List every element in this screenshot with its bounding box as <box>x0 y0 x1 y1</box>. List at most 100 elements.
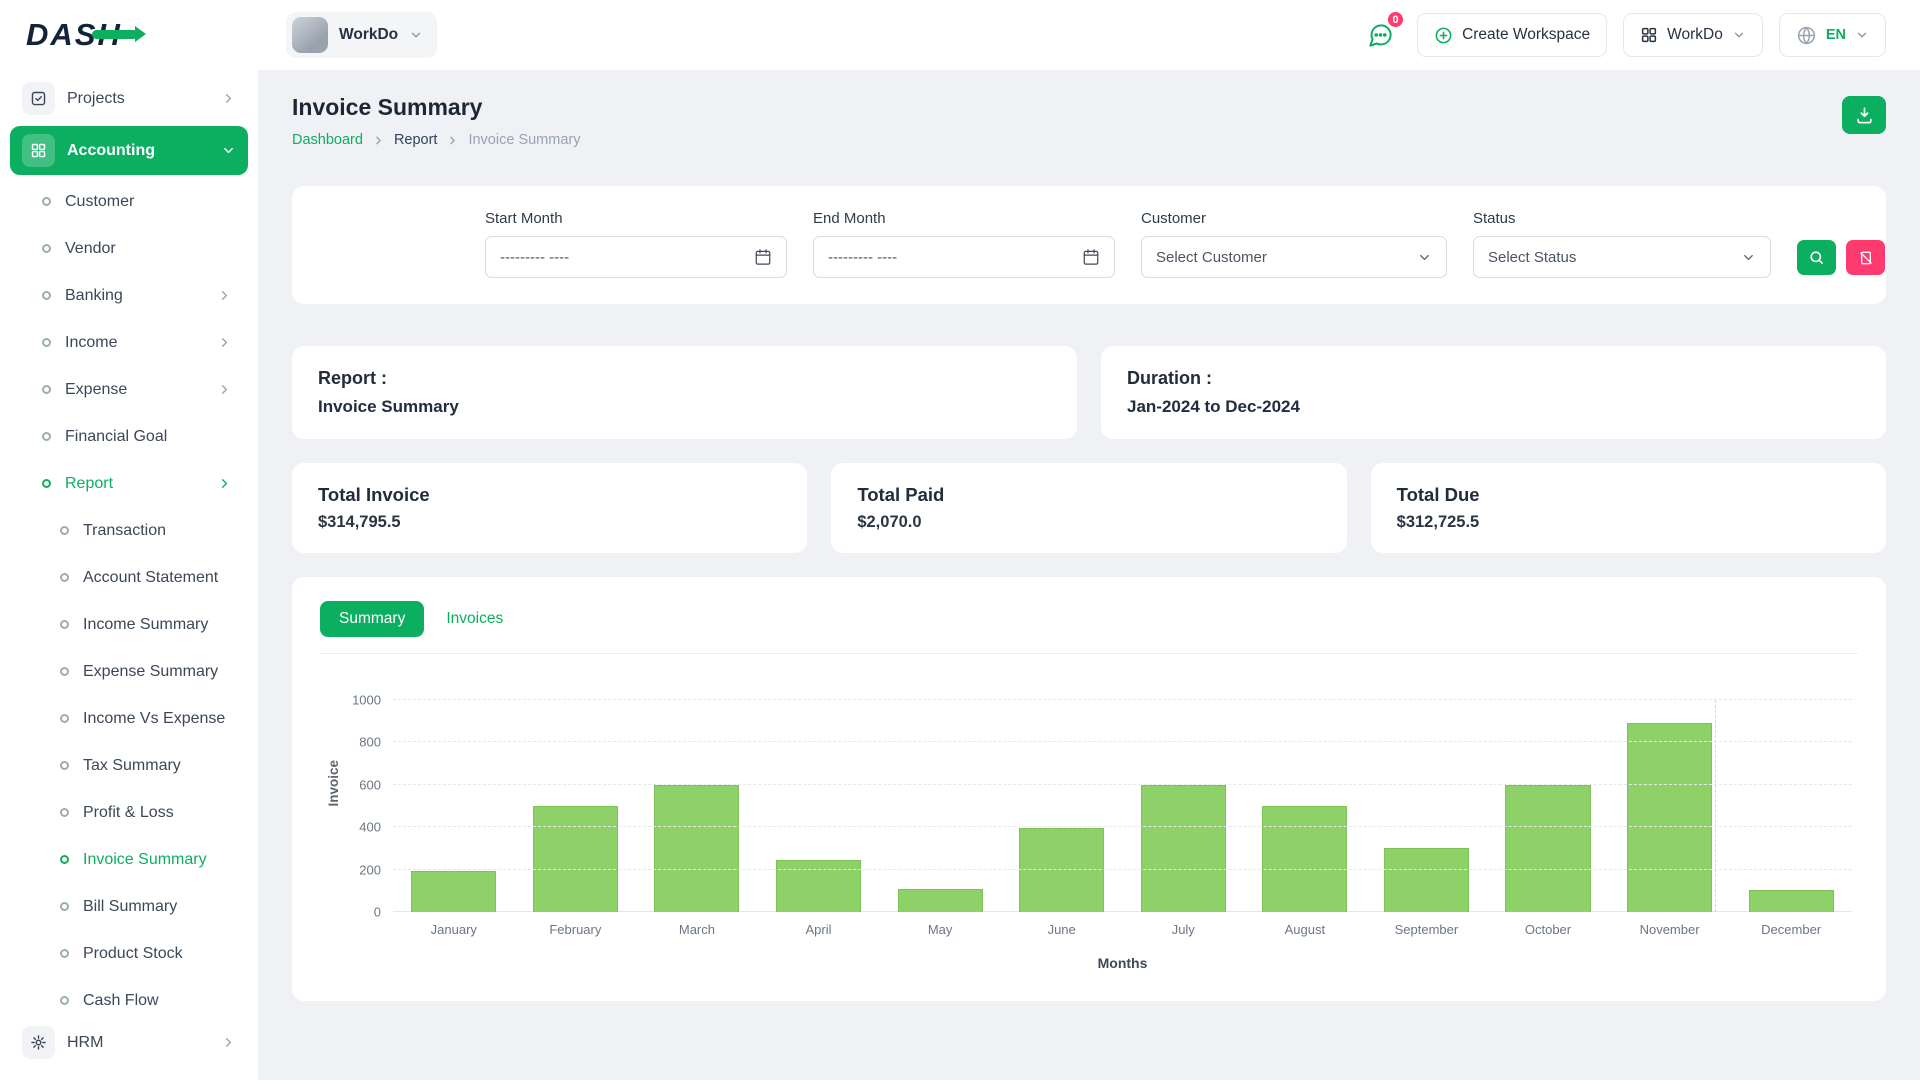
y-tick-label: 400 <box>359 820 381 835</box>
bar-column-july <box>1122 700 1244 912</box>
filter-buttons <box>1797 240 1885 278</box>
tab-summary[interactable]: Summary <box>320 601 424 637</box>
page-head: Invoice Summary Dashboard Report Invoice… <box>292 94 1886 148</box>
sidebar-item-hrm[interactable]: HRM <box>10 1018 248 1067</box>
gridline <box>393 741 1852 742</box>
info-row: Report : Invoice Summary Duration : Jan-… <box>292 346 1886 439</box>
end-month-value: --------- ---- <box>828 249 897 266</box>
circle-icon <box>42 291 51 300</box>
total-card-label: Total Paid <box>857 484 1320 506</box>
account-menu-button[interactable]: WorkDo <box>1623 13 1763 57</box>
end-month-input[interactable]: --------- ---- <box>813 236 1115 278</box>
sidebar-item-transaction[interactable]: Transaction <box>10 507 248 554</box>
start-month-input[interactable]: --------- ---- <box>485 236 787 278</box>
bar-column-february <box>515 700 637 912</box>
chart-y-axis-title: Invoice <box>326 760 341 807</box>
workspace-selector[interactable]: WorkDo <box>286 12 437 58</box>
bar-october <box>1505 785 1590 912</box>
sidebar-item-customer[interactable]: Customer <box>10 178 248 225</box>
sidebar-item-profit-loss[interactable]: Profit & Loss <box>10 789 248 836</box>
sidebar-item-label: Account Statement <box>83 569 232 587</box>
reset-filter-button[interactable] <box>1846 240 1885 275</box>
sidebar-item-report[interactable]: Report <box>10 460 248 507</box>
sidebar-item-invoice-summary[interactable]: Invoice Summary <box>10 836 248 883</box>
sidebar-item-label: Bill Summary <box>83 898 232 916</box>
sidebar-item-tax-summary[interactable]: Tax Summary <box>10 742 248 789</box>
workspace-avatar <box>292 17 328 53</box>
sidebar-item-income-vs-expense[interactable]: Income Vs Expense <box>10 695 248 742</box>
total-card-value: $2,070.0 <box>857 513 1320 532</box>
sidebar-item-label: Tax Summary <box>83 757 232 775</box>
chevron-down-icon <box>221 143 236 158</box>
sidebar-item-expense-summary[interactable]: Expense Summary <box>10 648 248 695</box>
total-card-total-paid: Total Paid $2,070.0 <box>831 463 1346 553</box>
sidebar-item-label: Income Summary <box>83 616 232 634</box>
breadcrumb-report[interactable]: Report <box>394 132 438 148</box>
sidebar-item-product-stock[interactable]: Product Stock <box>10 930 248 977</box>
bar-column-june <box>1001 700 1123 912</box>
language-selector[interactable]: EN <box>1779 13 1886 57</box>
sidebar-item-banking[interactable]: Banking <box>10 272 248 319</box>
chevron-right-icon <box>217 476 232 491</box>
app-logo[interactable]: DASH <box>26 17 122 53</box>
bar-june <box>1019 828 1104 912</box>
circle-icon <box>60 620 69 629</box>
globe-icon <box>1796 25 1817 46</box>
logo-row: DASH <box>0 0 258 70</box>
bar-column-october <box>1487 700 1609 912</box>
x-tick-label: August <box>1244 922 1366 937</box>
duration-label: Duration : <box>1127 368 1860 389</box>
create-workspace-button[interactable]: Create Workspace <box>1417 13 1607 57</box>
plus-circle-icon <box>1434 26 1453 45</box>
search-icon <box>1808 249 1825 266</box>
circle-icon <box>60 996 69 1005</box>
breadcrumb-current: Invoice Summary <box>468 132 580 148</box>
total-card-value: $312,725.5 <box>1397 513 1860 532</box>
sidebar-item-label: Vendor <box>65 240 232 258</box>
status-select[interactable]: Select Status <box>1473 236 1771 278</box>
sidebar-item-income-summary[interactable]: Income Summary <box>10 601 248 648</box>
sidebar-item-bill-summary[interactable]: Bill Summary <box>10 883 248 930</box>
sidebar-item-accounting[interactable]: Accounting <box>10 126 248 175</box>
y-tick-label: 600 <box>359 777 381 792</box>
sidebar-item-financial-goal[interactable]: Financial Goal <box>10 413 248 460</box>
customer-select[interactable]: Select Customer <box>1141 236 1447 278</box>
circle-icon <box>42 197 51 206</box>
apply-filter-button[interactable] <box>1797 240 1836 275</box>
circle-icon <box>60 808 69 817</box>
main-column: WorkDo 0 Create Workspace WorkDo <box>258 0 1920 1080</box>
sidebar-item-expense[interactable]: Expense <box>10 366 248 413</box>
bar-column-january <box>393 700 515 912</box>
bar-column-august <box>1244 700 1366 912</box>
sidebar: DASH Projects Accounting <box>0 0 258 1080</box>
sidebar-item-income[interactable]: Income <box>10 319 248 366</box>
bar-august <box>1262 806 1347 912</box>
page-title: Invoice Summary <box>292 94 580 121</box>
hrm-wrap: HRM <box>0 1018 258 1080</box>
totals-row: Total Invoice$314,795.5Total Paid$2,070.… <box>292 463 1886 553</box>
messages-button[interactable]: 0 <box>1359 14 1401 56</box>
customer-label: Customer <box>1141 210 1447 227</box>
report-value: Invoice Summary <box>318 397 1051 417</box>
circle-icon <box>60 526 69 535</box>
sidebar-item-account-statement[interactable]: Account Statement <box>10 554 248 601</box>
topbar-right: 0 Create Workspace WorkDo EN <box>1359 13 1886 57</box>
bar-column-december <box>1730 700 1852 912</box>
sidebar-item-vendor[interactable]: Vendor <box>10 225 248 272</box>
chart-y-ticks: 02004006008001000 <box>341 700 393 912</box>
circle-icon <box>60 855 69 864</box>
total-card-label: Total Due <box>1397 484 1860 506</box>
chart-bars <box>393 700 1852 912</box>
tab-invoices[interactable]: Invoices <box>434 601 515 637</box>
y-tick-label: 800 <box>359 735 381 750</box>
x-tick-label: October <box>1487 922 1609 937</box>
sidebar-item-cash-flow[interactable]: Cash Flow <box>10 977 248 1018</box>
sidebar-item-label: Invoice Summary <box>83 851 232 869</box>
end-month-group: End Month --------- ---- <box>813 210 1115 278</box>
y-tick-label: 0 <box>374 905 381 920</box>
total-card-label: Total Invoice <box>318 484 781 506</box>
download-report-button[interactable] <box>1842 96 1886 134</box>
breadcrumb-dashboard-link[interactable]: Dashboard <box>292 132 363 148</box>
sidebar-item-projects[interactable]: Projects <box>10 74 248 123</box>
circle-icon <box>60 902 69 911</box>
